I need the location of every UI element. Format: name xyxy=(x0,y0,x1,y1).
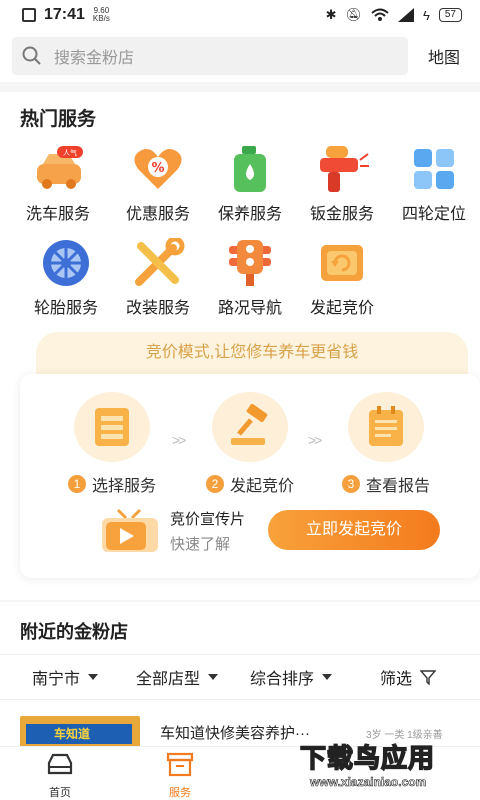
filter-bar: 南宁市 全部店型 综合排序 筛选 xyxy=(0,654,480,700)
spray-gun-icon xyxy=(320,146,369,192)
service-label: 路况导航 xyxy=(217,300,282,317)
report-icon xyxy=(369,406,403,446)
funnel-icon xyxy=(420,670,437,685)
filter-button[interactable]: 筛选 xyxy=(380,665,437,689)
search-placeholder: 搜索金粉店 xyxy=(54,50,135,67)
grid-squares-icon xyxy=(414,149,454,189)
tire-icon xyxy=(43,240,89,286)
step-start-bid: 2 发起竞价 xyxy=(180,392,320,496)
nearby-shops-section: 附近的金粉店 南宁市 全部店型 综合排序 筛选 车知道 车知道快修美容养护···… xyxy=(0,602,480,756)
watermark: 下载鸟应用 www.xiazainiao.com xyxy=(299,738,476,792)
tab-home[interactable]: 首页 xyxy=(20,751,100,800)
signal-icon xyxy=(397,8,414,22)
net-speed: 9.60 KB/s xyxy=(92,6,110,23)
car-wash-icon: 人气 xyxy=(37,146,83,189)
dropdown-arrow-icon xyxy=(88,674,99,680)
service-label: 发起竞价 xyxy=(309,300,374,317)
sort-filter[interactable]: 综合排序 xyxy=(250,665,333,689)
wrench-tools-icon xyxy=(135,238,185,286)
video-play-icon xyxy=(102,508,158,552)
bid-refresh-icon xyxy=(321,245,363,281)
watermark-title: 下载鸟应用 xyxy=(299,743,436,775)
mute-icon: 🔕︎ xyxy=(345,7,362,22)
step-view-report: 3 查看报告 xyxy=(316,392,456,496)
service-label: 优惠服务 xyxy=(125,206,190,223)
step-select-service: 1 选择服务 xyxy=(42,392,182,496)
store-icon xyxy=(166,752,194,777)
service-discount[interactable]: % 优惠服务 xyxy=(112,142,204,224)
tab-service[interactable]: 服务 xyxy=(140,751,220,800)
service-alignment[interactable]: 四轮定位 xyxy=(388,142,480,224)
gavel-icon xyxy=(231,404,268,445)
service-label: 保养服务 xyxy=(217,206,282,223)
search-icon xyxy=(22,46,41,65)
service-label: 洗车服务 xyxy=(25,206,90,223)
status-bar: 17:41 9.60 KB/s ✱ 🔕︎ ϟ 57 xyxy=(0,0,480,30)
promo-title: 竞价宣传片 xyxy=(170,511,246,528)
promo-subtitle: 快速了解 xyxy=(170,536,231,553)
service-tire[interactable]: 轮胎服务 xyxy=(20,236,112,318)
bluetooth-icon: ✱ xyxy=(325,7,337,22)
service-car-wash[interactable]: 人气 洗车服务 xyxy=(12,142,104,224)
service-label: 改装服务 xyxy=(125,300,190,317)
bidding-card: 1 选择服务 >> 2 发起竞价 >> 3 查看报告 竞价宣传片 快速了解 立即… xyxy=(20,374,480,578)
service-navigation[interactable]: 路况导航 xyxy=(204,236,296,318)
service-start-bid[interactable]: 发起竞价 xyxy=(296,236,388,318)
service-modification[interactable]: 改装服务 xyxy=(112,236,204,318)
service-sheet-metal[interactable]: 钣金服务 xyxy=(296,142,388,224)
nearby-title: 附近的金粉店 xyxy=(20,622,128,642)
clock: 17:41 xyxy=(44,6,85,23)
traffic-light-icon xyxy=(229,240,271,286)
bidding-banner: 竞价模式,让您修车养车更省钱 xyxy=(36,332,468,374)
service-label: 轮胎服务 xyxy=(33,300,98,317)
hot-services-section: 热门服务 人气 洗车服务 % 优惠服务 保养服务 钣金服务 四轮定位 轮胎服务 … xyxy=(0,92,480,600)
city-filter[interactable]: 南宁市 xyxy=(32,665,99,689)
top-bar: 搜索金粉店 地图 xyxy=(0,30,480,82)
service-list-icon xyxy=(95,408,129,446)
svg-text:人气: 人气 xyxy=(63,148,77,157)
charging-icon: ϟ xyxy=(422,7,430,23)
map-button[interactable]: 地图 xyxy=(428,44,460,68)
shop-name: 车知道快修美容养护··· xyxy=(160,725,310,742)
dropdown-arrow-icon xyxy=(208,674,219,680)
oil-can-icon xyxy=(234,146,266,192)
watermark-url: www.xiazainiao.com xyxy=(310,775,427,790)
dropdown-arrow-icon xyxy=(322,674,333,680)
hot-services-title: 热门服务 xyxy=(20,109,97,130)
svg-text:%: % xyxy=(151,161,164,176)
promo-video-link[interactable]: 竞价宣传片 快速了解 xyxy=(100,508,245,554)
start-bid-button[interactable]: 立即发起竞价 xyxy=(268,510,440,550)
search-input[interactable]: 搜索金粉店 xyxy=(12,37,408,75)
service-label: 钣金服务 xyxy=(309,206,374,223)
shop-type-filter[interactable]: 全部店型 xyxy=(136,665,219,689)
notification-icon xyxy=(22,8,36,22)
battery-indicator: 57 xyxy=(438,8,462,22)
wifi-icon xyxy=(371,8,389,21)
discount-heart-icon: % xyxy=(134,149,182,189)
car-home-icon xyxy=(47,753,73,775)
service-label: 四轮定位 xyxy=(401,206,466,223)
service-maintenance[interactable]: 保养服务 xyxy=(204,142,296,224)
